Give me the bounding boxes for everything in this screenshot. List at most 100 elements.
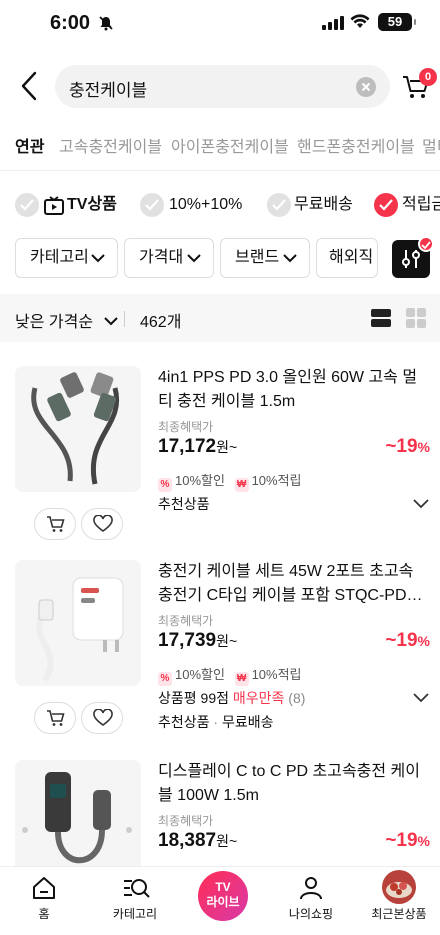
chip-label: 해외직 (329, 249, 374, 266)
category-dropdown[interactable]: 카테고리 (15, 238, 118, 278)
filter-label: 10%+10% (169, 196, 243, 213)
review-score: 상품평 99점 (158, 690, 229, 706)
nav-home[interactable]: 홈 (0, 867, 88, 935)
price-range-dropdown[interactable]: 가격대 (124, 238, 214, 278)
product-card[interactable]: 4in1 PPS PD 3.0 올인원 60W 고속 멀티 충전 케이블 1.5… (0, 366, 440, 546)
overseas-dropdown[interactable]: 해외직 (316, 238, 378, 278)
discount-unit: % (417, 833, 430, 849)
heart-icon (93, 709, 113, 726)
product-image-cable[interactable] (15, 366, 141, 492)
add-to-cart-button[interactable] (34, 508, 76, 540)
price-value: 17,739 (158, 630, 217, 651)
product-image-charger[interactable] (15, 560, 141, 686)
wishlist-button[interactable] (81, 702, 123, 734)
discount-value: ~19 (385, 436, 418, 457)
product-title[interactable]: 충전기 케이블 세트 45W 2포트 초고속 충전기 C타입 케이블 포함 ST… (158, 560, 430, 608)
discount-tag: 10%할인 (175, 667, 225, 682)
discount-rate: ~19% (385, 830, 430, 852)
product-card[interactable]: 충전기 케이블 세트 45W 2포트 초고속 충전기 C타입 케이블 포함 ST… (0, 560, 440, 750)
quick-filters: TV상품 10%+10% 무료배송 적립금 (0, 192, 440, 220)
discount-value: ~19 (385, 830, 418, 851)
related-keyword[interactable]: 고속충전케이블 (59, 133, 162, 157)
filter-active-badge (418, 236, 434, 252)
status-time: 6:00 (50, 12, 91, 34)
percent-icon: % (158, 478, 172, 492)
filter-discount[interactable]: 10%+10% (140, 192, 250, 220)
chevron-down-icon (187, 254, 201, 263)
heart-icon (93, 515, 113, 532)
filter-reward[interactable]: 적립금 (374, 192, 440, 220)
percent-icon: % (158, 672, 172, 686)
chip-label: 브랜드 (235, 249, 280, 266)
chevron-down-icon (103, 317, 118, 326)
reward-tag: 10%적립 (251, 473, 302, 488)
related-label: 연관 (15, 139, 45, 156)
cart-icon (47, 516, 65, 532)
nav-my-shopping[interactable]: 나의쇼핑 (267, 867, 355, 935)
wishlist-button[interactable] (81, 508, 123, 540)
product-card[interactable]: 디스플레이 C to C PD 초고속충전 케이블 100W 1.5m 최종혜택… (0, 760, 440, 866)
bell-slash-icon (99, 16, 113, 31)
cart-icon (47, 710, 65, 726)
chevron-down-icon[interactable] (413, 693, 429, 703)
person-icon (300, 877, 322, 900)
tv-live-button[interactable]: TV 라이브 (198, 871, 248, 921)
category-search-icon (124, 879, 150, 898)
price-unit: 원~ (216, 439, 238, 455)
brand-dropdown[interactable]: 브랜드 (220, 238, 310, 278)
dropdown-filters: 카테고리 가격대 브랜드 해외직 (0, 238, 440, 278)
nav-category[interactable]: 카테고리 (91, 867, 179, 935)
won-icon: ₩ (234, 672, 249, 686)
related-keyword[interactable]: 핸드폰충전케이블 (297, 133, 415, 157)
add-to-cart-button[interactable] (34, 702, 76, 734)
divider (0, 170, 440, 171)
filter-free-shipping[interactable]: 무료배송 (267, 192, 357, 220)
recent-product-thumbnail[interactable] (382, 870, 416, 904)
discount-unit: % (417, 439, 430, 455)
discount-unit: % (417, 633, 430, 649)
product-badges: 추천상품 · 무료배송 (158, 712, 274, 732)
related-keyword[interactable]: 멀티 (422, 133, 440, 157)
sort-bar: 낮은 가격순 462개 (0, 294, 440, 342)
chip-label: 카테고리 (30, 249, 89, 266)
price-unit: 원~ (216, 833, 238, 849)
filter-settings-button[interactable] (392, 236, 434, 278)
tv-live-line1: TV (215, 880, 231, 894)
filter-label: TV상품 (67, 196, 117, 213)
grid-view-icon[interactable] (405, 307, 427, 329)
product-title[interactable]: 4in1 PPS PD 3.0 올인원 60W 고속 멀티 충전 케이블 1.5… (158, 366, 430, 414)
status-bar: 6:00 59 (0, 0, 440, 48)
dot-separator: · (213, 714, 219, 730)
discount-value: ~19 (385, 630, 418, 651)
clear-search-button[interactable] (356, 77, 376, 97)
review-summary[interactable]: 상품평 99점 매우만족 (8) (158, 688, 305, 708)
chevron-down-icon[interactable] (413, 499, 429, 509)
chevron-down-icon (91, 254, 105, 263)
reward-tag: 10%적립 (251, 667, 302, 682)
filter-tv-product[interactable]: TV상품 (15, 192, 127, 220)
nav-label: 홈 (38, 907, 50, 921)
search-input[interactable]: 충전케이블 (55, 65, 390, 108)
battery-indicator: 59 (378, 13, 416, 31)
check-icon (267, 193, 291, 217)
sort-label: 낮은 가격순 (15, 314, 94, 331)
related-keywords: 연관 고속충전케이블 아이폰충전케이블 핸드폰충전케이블 멀티 (0, 133, 440, 157)
recommend-label: 추천상품 (158, 714, 210, 730)
result-count: 462개 (140, 314, 182, 331)
back-arrow-icon[interactable] (18, 70, 42, 102)
related-keyword[interactable]: 아이폰충전케이블 (171, 133, 289, 157)
free-shipping-label: 무료배송 (221, 714, 274, 730)
list-view-icon[interactable] (370, 307, 392, 329)
chevron-down-icon (283, 254, 297, 263)
filter-label: 무료배송 (294, 196, 353, 213)
price-value: 17,172 (158, 436, 217, 457)
sort-dropdown[interactable]: 낮은 가격순 (15, 308, 118, 332)
won-icon: ₩ (234, 478, 249, 492)
product-price: 17,172원~ (158, 436, 237, 458)
product-price: 18,387원~ (158, 830, 237, 852)
search-query: 충전케이블 (69, 81, 148, 100)
tv-icon (44, 196, 64, 215)
product-title[interactable]: 디스플레이 C to C PD 초고속충전 케이블 100W 1.5m (158, 760, 430, 808)
product-image-usb-c-cable[interactable] (15, 760, 141, 866)
nav-label: 나의쇼핑 (288, 907, 334, 921)
